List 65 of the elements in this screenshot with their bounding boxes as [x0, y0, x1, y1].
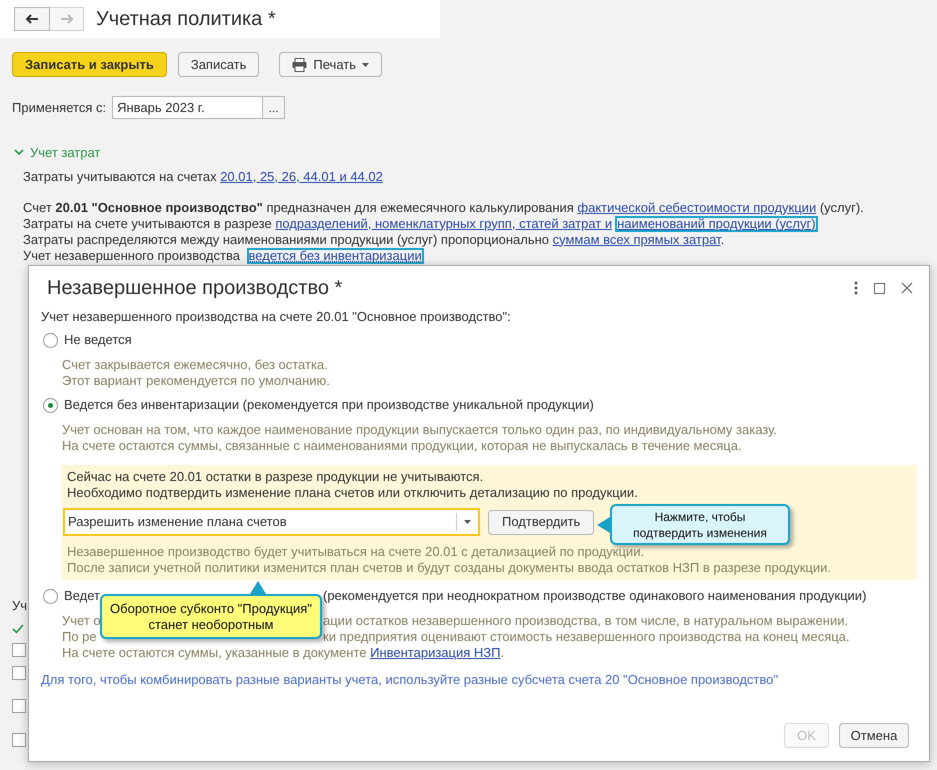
- intro-text: Учет незавершенного производства на счете 20.01 "Основное производство":: [41, 309, 511, 324]
- link[interactable]: Инвентаризация НЗП: [370, 645, 500, 660]
- option-description: Этот вариант рекомендуется по умолчанию.: [62, 373, 330, 389]
- link[interactable]: подразделений, номенклатурных групп, статей затрат и: [275, 216, 612, 230]
- option-description: ации остатков незавершенного производства, в том числе, в натуральном выражении.: [323, 613, 848, 629]
- cancel-button[interactable]: Отмена: [839, 723, 909, 748]
- back-arrow-icon: [25, 14, 39, 24]
- checkbox[interactable]: [12, 733, 26, 747]
- callout-text: Нажмите, чтобы: [654, 508, 746, 524]
- forward-arrow-icon: [60, 14, 74, 24]
- option-label: Не ведется: [64, 331, 132, 350]
- back-button[interactable]: [14, 7, 50, 31]
- callout-text: Оборотное субконто "Продукция": [110, 600, 312, 616]
- print-button[interactable]: Печать: [279, 52, 382, 77]
- notice-text: Необходимо подтвердить изменение плана счетов или отключить детализацию по продукции.: [67, 485, 638, 501]
- save-and-close-button[interactable]: Записать и закрыть: [12, 52, 167, 77]
- select-button[interactable]: ...: [263, 96, 286, 119]
- chevron-down-icon[interactable]: [14, 149, 24, 156]
- callout-text: подтвердить изменения: [633, 524, 767, 540]
- checkmark-icon[interactable]: [12, 624, 24, 634]
- checkbox[interactable]: [12, 666, 26, 680]
- link[interactable]: наименований продукции (услуг): [615, 216, 818, 232]
- confirm-button[interactable]: Подтвердить: [488, 510, 594, 534]
- link[interactable]: ведется без инвентаризации: [246, 248, 424, 264]
- radio-button[interactable]: [43, 398, 58, 412]
- option-description: На счете остаются суммы, указанные в документе Инвентаризация НЗП.: [62, 645, 504, 661]
- save-button[interactable]: Записать: [178, 52, 260, 77]
- notice-text: Незавершенное производство будет учитываться на счете 20.01 с детализацией по продукции.: [67, 544, 644, 560]
- checkbox[interactable]: [12, 699, 26, 713]
- link[interactable]: фактической себестоимости продукции: [577, 200, 816, 214]
- option-description: На счете остаются суммы, связанные с наименованиями продукции, которая не выпускалась в течение месяца.: [62, 438, 742, 454]
- option-label: Ведет: [64, 588, 100, 604]
- option-description: Счет закрывается ежемесячно, без остатка.: [62, 357, 328, 373]
- close-icon[interactable]: [901, 282, 913, 294]
- option-label: Ведется без инвентаризации (рекомендуется при производстве уникальной продукции): [64, 396, 594, 414]
- description-text: Затраты распределяются между наименованиями продукции (услуг) пропорционально суммам всех прямых затрат.: [23, 232, 724, 248]
- more-icon[interactable]: [854, 281, 858, 295]
- description-text: Затраты учитываются на счетах 20.01, 25, 26, 44.01 и 44.02: [23, 168, 383, 184]
- field-label: Применяется с:: [12, 98, 106, 117]
- section-label: Уч: [12, 598, 28, 613]
- date-field[interactable]: Январь 2023 г.: [112, 96, 264, 119]
- radio-button[interactable]: [43, 588, 58, 604]
- notice-text: Сейчас на счете 20.01 остатки в разрезе продукции не учитываются.: [67, 469, 484, 485]
- description-text: Учет незавершенного производства ведется без инвентаризации: [23, 248, 424, 264]
- hint-text: Для того, чтобы комбинировать разные варианты учета, используйте разные субсчета счета 20 "Основное производство": [41, 672, 778, 687]
- caret-icon: [362, 62, 369, 66]
- maximize-icon[interactable]: [874, 282, 885, 294]
- option-description: По ре: [62, 629, 97, 644]
- callout-text: станет необоротным: [148, 616, 274, 632]
- link[interactable]: 20.01, 25, 26, 44.01 и 44.02: [220, 168, 383, 184]
- option-description: Учет основан на том, что каждое наименование продукции выпускается только один раз, по индивидуальному заказу.: [62, 422, 777, 438]
- caret-icon: [464, 520, 471, 524]
- printer-icon: [292, 58, 308, 72]
- notice-text: После записи учетной политики изменится план счетов и будут созданы документы ввода остатков НЗП в разрезе продукции.: [67, 560, 832, 576]
- checkbox[interactable]: [12, 643, 26, 657]
- radio-button[interactable]: [43, 332, 58, 348]
- description-text: Счет 20.01 "Основное производство" предназначен для ежемесячного калькулирования фактической себестоимости продукции (услуг).: [23, 200, 864, 216]
- option-description: ки предприятия оценивают стоимость незавершенного производства на конец месяца.: [323, 629, 850, 645]
- window-title: Учетная политика *: [96, 7, 276, 32]
- option-label: (рекомендуется при неоднократном производстве одинакового наименования продукции): [323, 587, 866, 606]
- dropdown-field[interactable]: Разрешить изменение плана счетов: [63, 508, 480, 536]
- link[interactable]: суммам всех прямых затрат: [552, 232, 721, 246]
- description-text: Затраты на счете учитываются в разрезе подразделений, номенклатурных групп, статей затрат и наименований продукции (услуг): [23, 216, 818, 232]
- option-description: Учет о: [62, 613, 101, 628]
- dialog-title: Незавершенное производство *: [47, 276, 342, 301]
